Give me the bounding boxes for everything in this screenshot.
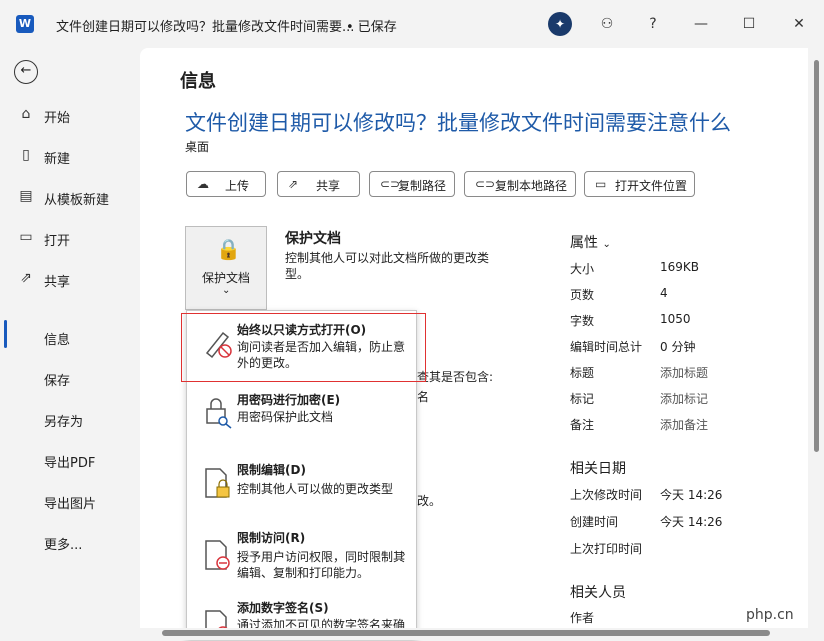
share-icon: ⇗ [288,177,299,191]
maximize-button[interactable]: ☐ [734,11,764,37]
inspect-text-fragment: 查其是否包含: [417,370,494,384]
help-icon[interactable]: ? [640,11,666,37]
prop-title-key: 标题 [570,366,595,380]
highlight-box [181,313,426,382]
copy-local-path-button[interactable]: ⊂⊃ 复制本地路径 [464,171,576,197]
upload-button[interactable]: ☁ 上传 [186,171,266,197]
prop-comments-field[interactable]: 添加备注 [660,416,708,433]
author-key: 作者 [570,611,595,625]
prop-edit-time-key: 编辑时间总计 [570,340,643,354]
document-restricted-icon [205,540,230,570]
sidebar-item-info[interactable]: 信息 [0,320,140,354]
save-status: • 已保存 [346,20,397,35]
share-icon: ⇗ [20,270,32,286]
date-modified-key: 上次修改时间 [570,488,643,502]
title-bar: W 文件创建日期可以修改吗？批量修改文件时间需要... • 已保存 ✦ ⚇ ? … [0,0,824,48]
folder-icon: ▭ [19,229,33,245]
prop-words-value: 1050 [660,312,691,326]
menu-item-restrict-access[interactable]: 限制访问(R) 授予用户访问权限，同时限制其编辑、复制和打印能力。 › [187,525,416,595]
sidebar-item-export-pdf[interactable]: 导出PDF [0,443,140,477]
open-file-location-button[interactable]: ▭ 打开文件位置 [584,171,695,197]
lock-key-icon [206,398,232,429]
close-button[interactable]: ✕ [784,11,814,37]
backstage-sidebar: ← ⌂ 开始 ▯ 新建 ▤ 从模板新建 ▭ 打开 ⇗ 共享 信息 保存 另存为 … [0,48,140,640]
share-button[interactable]: ⇗ 共享 [277,171,360,197]
chevron-down-icon: ⌄ [602,239,611,250]
related-dates-heading: 相关日期 [570,461,626,477]
sidebar-item-open[interactable]: ▭ 打开 [0,221,140,255]
lock-key-icon: 🔒 [216,237,241,261]
cloud-upload-icon: ☁ [197,177,209,191]
chevron-right-icon: › [401,547,406,561]
scroll-thumb[interactable] [814,60,819,452]
menu-item-encrypt-with-password[interactable]: 用密码进行加密(E) 用密码保护此文档 [187,383,416,445]
sidebar-item-save[interactable]: 保存 [0,361,140,395]
related-people-heading: 相关人员 [570,585,626,601]
sidebar-item-new[interactable]: ▯ 新建 [0,139,140,173]
copilot-icon[interactable]: ✦ [548,12,572,36]
prop-size-value: 169KB [660,260,700,274]
sidebar-item-new-from-template[interactable]: ▤ 从模板新建 [0,180,140,214]
back-arrow-icon[interactable]: ← [14,60,38,84]
sidebar-item-export-image[interactable]: 导出图片 [0,484,140,518]
date-created-key: 创建时间 [570,515,619,529]
properties-heading[interactable]: 属性 ⌄ [570,232,611,252]
link-icon: ⊂⊃ [475,177,496,191]
sidebar-item-home[interactable]: ⌂ 开始 [0,98,140,132]
prop-pages-key: 页数 [570,288,595,302]
sidebar-item-more[interactable]: 更多... [0,525,140,559]
date-created-value: 今天 14:26 [660,515,723,529]
copy-path-button[interactable]: ⊂⊃ 复制路径 [369,171,455,197]
sidebar-item-share[interactable]: ⇗ 共享 [0,262,140,296]
protect-title: 保护文档 [285,231,341,247]
prop-size-key: 大小 [570,262,595,276]
scroll-thumb[interactable] [162,630,770,636]
prop-edit-time-value: 0 分钟 [660,340,696,354]
vertical-scrollbar[interactable] [809,48,824,628]
prop-pages-value: 4 [660,286,668,300]
prop-tags-field[interactable]: 添加标记 [660,390,708,407]
date-printed-key: 上次打印时间 [570,542,643,556]
prop-title-field[interactable]: 添加标题 [660,364,708,381]
prop-tags-key: 标记 [570,392,595,406]
folder-icon: ▭ [595,177,607,191]
protect-document-button[interactable]: 🔒 保护文档 ⌄ [185,226,267,310]
new-document-icon: ▯ [22,147,30,163]
version-text-fragment: 改。 [417,494,442,508]
chevron-down-icon: ⌄ [222,285,231,296]
home-icon: ⌂ [21,106,31,122]
page-title: 信息 [180,71,216,92]
horizontal-scrollbar[interactable] [140,628,808,640]
word-logo-icon: W [16,15,34,33]
window-title: 文件创建日期可以修改吗？批量修改文件时间需要... [56,20,355,35]
prop-comments-key: 备注 [570,418,595,432]
prop-words-key: 字数 [570,314,595,328]
people-icon[interactable]: ⚇ [594,11,620,37]
protect-description: 控制其他人可以对此文档所做的更改类型。 [285,251,490,281]
date-modified-value: 今天 14:26 [660,488,723,502]
sidebar-item-save-as[interactable]: 另存为 [0,402,140,436]
document-title: 文件创建日期可以修改吗？批量修改文件时间需要注意什么 [185,111,731,135]
document-location: 桌面 [185,140,210,154]
template-icon: ▤ [19,188,33,204]
minimize-button[interactable]: — [686,11,716,37]
menu-item-restrict-editing[interactable]: 限制编辑(D) 控制其他人可以做的更改类型 [187,451,416,513]
watermark: php.cn [740,605,800,625]
document-lock-icon [205,468,230,498]
inspect-text-fragment-2: 名 [417,390,430,404]
